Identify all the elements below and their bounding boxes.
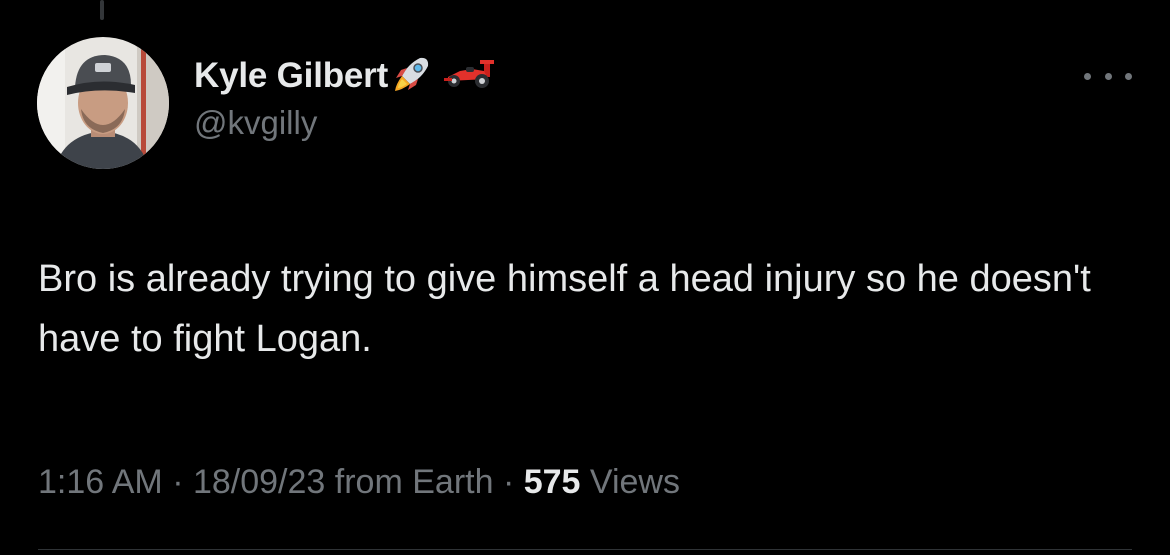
author-display-name[interactable]: Kyle Gilbert (194, 56, 388, 96)
avatar-image (37, 37, 169, 169)
tweet-text: Bro is already trying to give himself a … (38, 258, 1091, 360)
tweet-date[interactable]: 18/09/23 (193, 463, 325, 501)
tweet-author: Kyle Gilbert @kvgilly (194, 52, 496, 142)
more-options-button[interactable] (1084, 66, 1132, 86)
author-name-row: Kyle Gilbert (194, 52, 496, 100)
more-dot-icon (1125, 72, 1132, 80)
meta-separator: · (162, 463, 193, 501)
meta-separator: · (493, 463, 524, 501)
race-car-icon (440, 57, 496, 96)
thread-connector-line (100, 0, 104, 20)
more-dot-icon (1104, 72, 1112, 80)
avatar[interactable] (37, 37, 169, 169)
tweet-time[interactable]: 1:16 AM (38, 463, 163, 501)
author-handle[interactable]: @kvgilly (194, 104, 496, 142)
rocket-icon (392, 54, 432, 99)
tweet-source: from Earth (334, 463, 494, 501)
divider (38, 549, 1132, 550)
views-count[interactable]: 575 (524, 463, 581, 501)
tweet-metadata: 1:16 AM · 18/09/23 from Earth · 575 View… (38, 463, 680, 502)
views-label: Views (589, 463, 680, 501)
more-dot-icon (1084, 72, 1091, 80)
